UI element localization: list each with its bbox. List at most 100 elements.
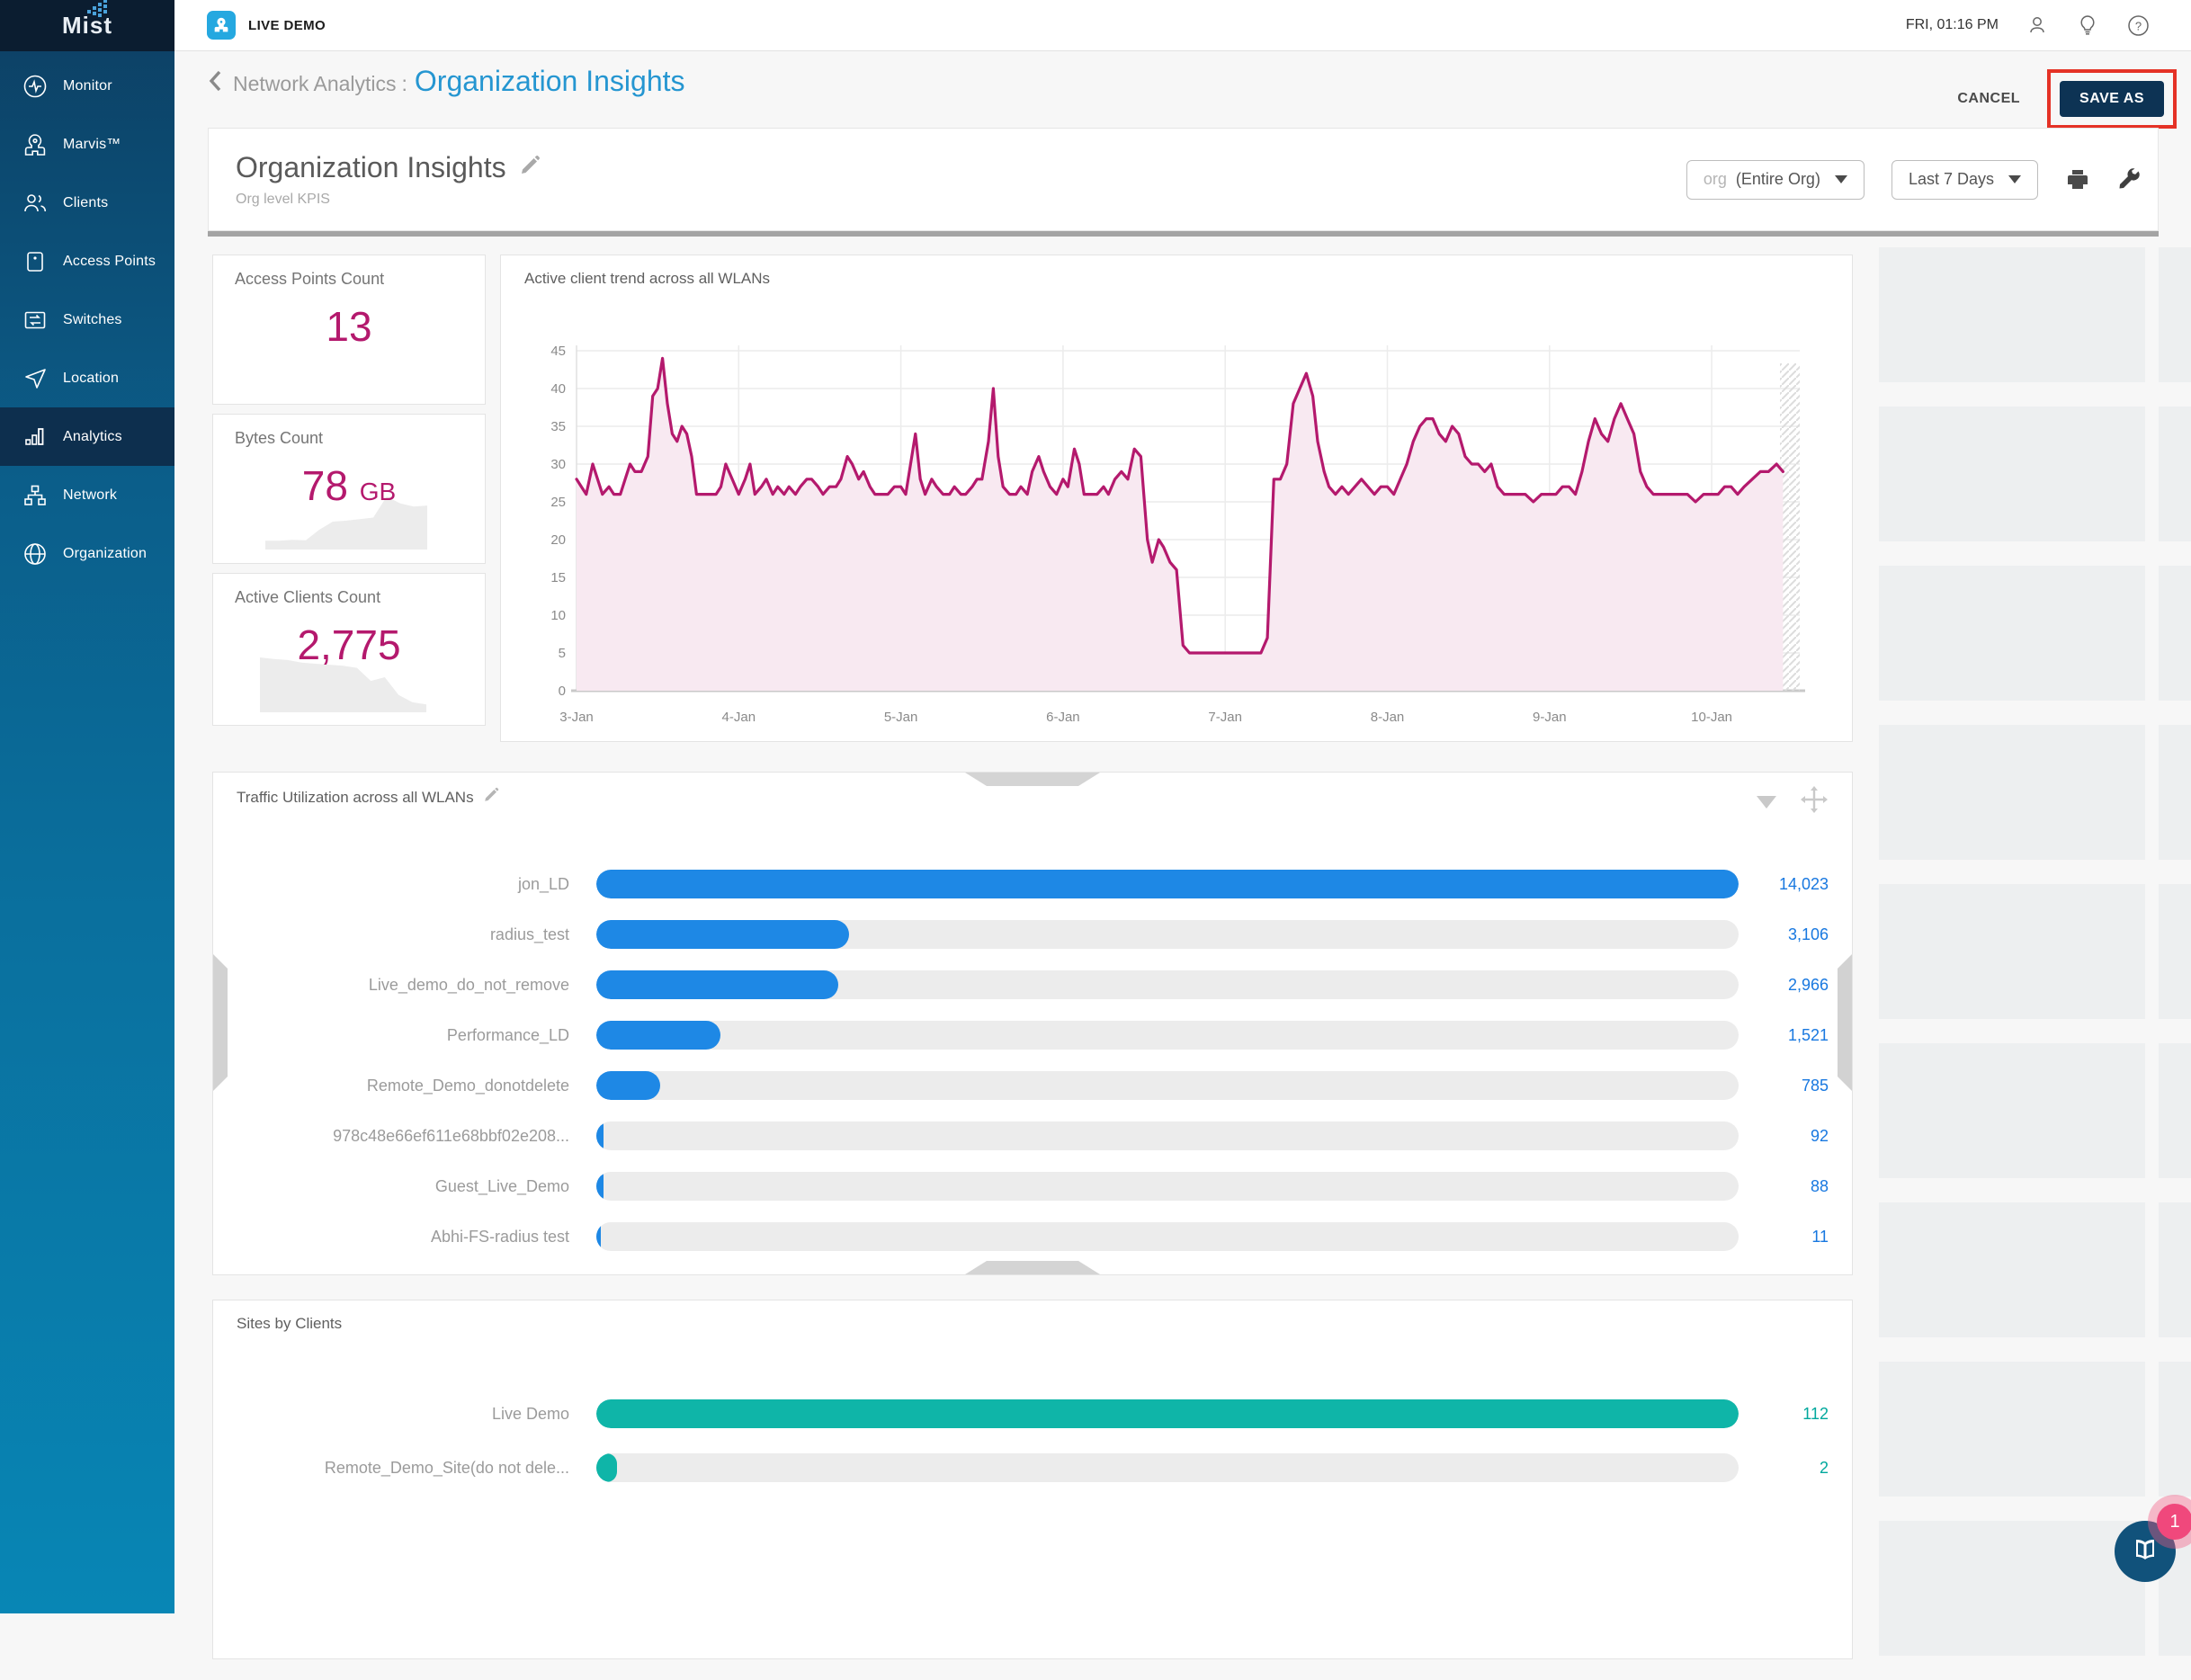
bar-value: 14,023 xyxy=(1739,875,1829,894)
svg-text:35: 35 xyxy=(550,419,566,434)
bar-track[interactable] xyxy=(596,1021,1739,1050)
widget-placeholder-box xyxy=(2159,1043,2191,1178)
switches-icon xyxy=(22,307,49,334)
sidebar-item-clients[interactable]: Clients xyxy=(0,174,174,232)
top-bar: LIVE DEMO FRI, 01:16 PM ? xyxy=(174,0,2191,51)
bar-value: 11 xyxy=(1739,1228,1829,1247)
widget-placeholder-box xyxy=(2159,566,2191,701)
cancel-button[interactable]: CANCEL xyxy=(1957,91,2020,107)
sidebar-item-monitor[interactable]: Monitor xyxy=(0,57,174,115)
bar-label: Remote_Demo_donotdelete xyxy=(237,1077,596,1095)
bar-value: 2,966 xyxy=(1739,976,1829,995)
svg-text:4-Jan: 4-Jan xyxy=(722,710,756,725)
bar-fill xyxy=(596,970,838,999)
bar-label: Guest_Live_Demo xyxy=(237,1177,596,1196)
svg-text:7-Jan: 7-Jan xyxy=(1208,710,1242,725)
widget-collapse-caret-icon[interactable] xyxy=(1757,796,1776,809)
widget-placeholder-box xyxy=(1879,407,2145,541)
bar-value: 1,521 xyxy=(1739,1026,1829,1045)
bar-track[interactable] xyxy=(596,870,1739,898)
bar-fill xyxy=(596,1121,604,1150)
bar-track[interactable] xyxy=(596,970,1739,999)
breadcrumb-section[interactable]: Network Analytics xyxy=(233,72,397,96)
breadcrumb: Network Analytics : Organization Insight… xyxy=(208,65,685,98)
sidebar-item-label: Access Points xyxy=(63,254,156,270)
widget-placeholder-box xyxy=(1879,1521,2145,1656)
sidebar-item-accesspoints[interactable]: Access Points xyxy=(0,232,174,290)
svg-text:8-Jan: 8-Jan xyxy=(1371,710,1405,725)
widget-placeholder-box xyxy=(2159,725,2191,860)
bar-fill xyxy=(596,920,849,949)
mist-logo[interactable]: Mist xyxy=(0,0,174,51)
bar-track[interactable] xyxy=(596,1222,1739,1251)
sidebar-item-location[interactable]: Location xyxy=(0,349,174,407)
bar-track[interactable] xyxy=(596,1071,1739,1100)
org-scope-select[interactable]: org (Entire Org) xyxy=(1686,160,1865,200)
edit-widget-pencil-icon[interactable] xyxy=(483,787,499,808)
annotation-save-as-highlight: SAVE AS xyxy=(2047,69,2177,129)
svg-text:15: 15 xyxy=(550,570,566,585)
live-demo-logo-icon[interactable] xyxy=(207,11,236,40)
header-right: FRI, 01:16 PM ? xyxy=(1906,13,2191,37)
bar-track[interactable] xyxy=(596,1399,1739,1428)
sidebar-item-label: Analytics xyxy=(63,429,122,445)
widget-placeholder-box xyxy=(1879,247,2145,382)
drag-handle-top[interactable] xyxy=(965,773,1100,786)
bar-fill xyxy=(596,1222,601,1251)
widget-placeholder-box xyxy=(2159,407,2191,541)
org-name: LIVE DEMO xyxy=(248,18,326,33)
bar-row: jon_LD14,023 xyxy=(237,859,1829,909)
bar-track[interactable] xyxy=(596,1453,1739,1482)
bar-fill xyxy=(596,870,1739,898)
sidebar-item-network[interactable]: Network xyxy=(0,466,174,524)
bar-track[interactable] xyxy=(596,1121,1739,1150)
notification-badge: 1 xyxy=(2157,1504,2191,1540)
bar-fill xyxy=(596,1172,604,1201)
kpi-value: 2,775 xyxy=(297,621,400,668)
svg-text:?: ? xyxy=(2134,19,2141,32)
print-icon[interactable] xyxy=(2065,167,2090,192)
sidebar-item-analytics[interactable]: Analytics xyxy=(0,407,174,466)
settings-wrench-icon[interactable] xyxy=(2117,167,2142,192)
bar-value: 785 xyxy=(1739,1077,1829,1095)
bar-value: 3,106 xyxy=(1739,925,1829,944)
account-icon[interactable] xyxy=(2026,13,2049,37)
open-book-icon xyxy=(2127,1533,2163,1569)
drag-handle-right[interactable] xyxy=(1838,954,1852,1091)
sidebar-item-label: Switches xyxy=(63,312,122,328)
edit-title-pencil-icon[interactable] xyxy=(519,155,541,181)
sidebar-item-switches[interactable]: Switches xyxy=(0,290,174,349)
sidebar-item-marvis[interactable]: Marvis™ xyxy=(0,115,174,174)
whats-new-bulb-icon[interactable] xyxy=(2076,13,2099,37)
kpi-card-access-points: Access Points Count 13 xyxy=(212,255,486,405)
widget-move-icon[interactable] xyxy=(1800,785,1829,818)
breadcrumb-page-title: Organization Insights xyxy=(415,65,685,98)
back-chevron-icon[interactable] xyxy=(208,69,222,97)
bar-track[interactable] xyxy=(596,920,1739,949)
sidebar-item-organization[interactable]: Organization xyxy=(0,524,174,583)
widget-placeholder-box xyxy=(1879,1362,2145,1497)
bar-track[interactable] xyxy=(596,1172,1739,1201)
widget-placeholder-rail xyxy=(1879,247,2145,1680)
chevron-down-icon xyxy=(2008,175,2021,183)
svg-text:10: 10 xyxy=(550,608,566,623)
bar-row: Remote_Demo_Site(do not dele...2 xyxy=(237,1441,1829,1495)
drag-handle-bottom[interactable] xyxy=(965,1261,1100,1274)
bar-row: Live Demo112 xyxy=(237,1387,1829,1441)
svg-text:25: 25 xyxy=(550,495,566,510)
help-icon[interactable]: ? xyxy=(2126,13,2150,37)
drag-handle-left[interactable] xyxy=(213,954,228,1091)
widget-placeholder-rail-clipped xyxy=(2159,247,2191,1680)
dashboard-subtitle: Org level KPIS xyxy=(236,192,541,208)
widget-placeholder-box xyxy=(1879,566,2145,701)
widget-placeholder-box xyxy=(2159,1362,2191,1497)
bar-row: Remote_Demo_donotdelete 785 xyxy=(237,1060,1829,1111)
sites-by-clients-card: Sites by Clients Live Demo112Remote_Demo… xyxy=(212,1300,1853,1659)
time-range-select[interactable]: Last 7 Days xyxy=(1891,160,2038,200)
title-divider-bar[interactable] xyxy=(208,231,2159,237)
sidebar-item-label: Organization xyxy=(63,546,147,562)
bar-value: 88 xyxy=(1739,1177,1829,1196)
bar-row: Abhi-FS-radius test11 xyxy=(237,1211,1829,1262)
analytics-icon xyxy=(22,424,49,451)
save-as-button[interactable]: SAVE AS xyxy=(2060,81,2164,117)
